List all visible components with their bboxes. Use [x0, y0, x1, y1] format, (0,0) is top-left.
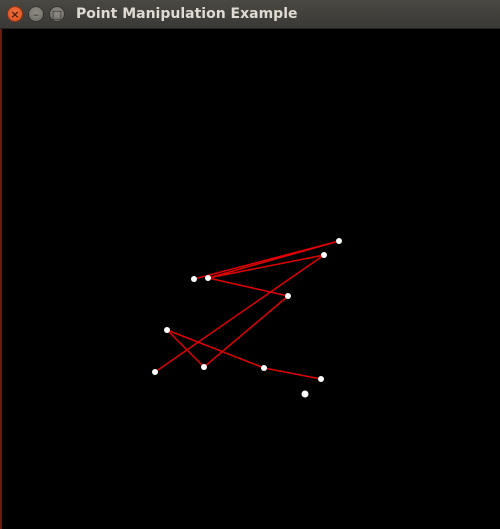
- connection-line: [166, 329, 205, 368]
- control-point[interactable]: [205, 275, 211, 281]
- connection-line: [166, 329, 265, 369]
- drawing-canvas[interactable]: [0, 29, 500, 529]
- maximize-icon: □: [51, 7, 63, 21]
- minimize-icon: –: [33, 7, 39, 21]
- control-point[interactable]: [321, 252, 327, 258]
- window-title: Point Manipulation Example: [76, 6, 298, 22]
- control-point[interactable]: [318, 376, 324, 382]
- connection-line: [154, 254, 325, 373]
- connection-line: [207, 240, 340, 279]
- minimize-button[interactable]: –: [28, 6, 44, 22]
- connection-line: [207, 277, 289, 297]
- control-point[interactable]: [191, 276, 197, 282]
- title-bar[interactable]: × – □ Point Manipulation Example: [0, 0, 500, 29]
- control-point[interactable]: [301, 390, 309, 398]
- control-point[interactable]: [261, 365, 267, 371]
- application-window: × – □ Point Manipulation Example: [0, 0, 500, 529]
- connection-line: [263, 367, 322, 380]
- maximize-button[interactable]: □: [49, 6, 65, 22]
- window-left-edge: [0, 29, 2, 529]
- control-point[interactable]: [152, 369, 158, 375]
- canvas-svg[interactable]: [0, 29, 500, 529]
- control-point[interactable]: [201, 364, 207, 370]
- connection-line: [203, 295, 289, 368]
- close-button[interactable]: ×: [7, 6, 23, 22]
- control-point[interactable]: [164, 327, 170, 333]
- window-controls: × – □: [7, 6, 65, 22]
- close-icon: ×: [10, 7, 20, 21]
- control-point[interactable]: [285, 293, 291, 299]
- control-point[interactable]: [336, 238, 342, 244]
